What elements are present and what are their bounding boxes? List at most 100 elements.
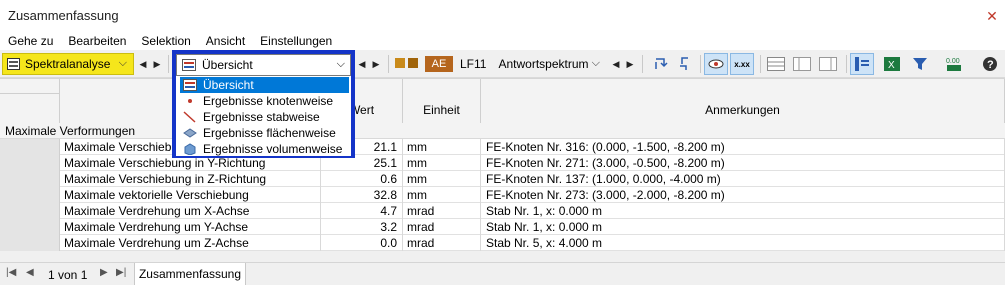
surface-icon — [183, 127, 197, 140]
header-notes[interactable]: Anmerkungen — [481, 79, 1005, 124]
prev-view-button[interactable]: ◀ — [355, 53, 369, 75]
dropdown-item-surfaces[interactable]: Ergebnisse flächenweise — [180, 125, 349, 141]
row-value: 3.2 — [321, 219, 403, 235]
eye-results-icon[interactable] — [704, 53, 728, 75]
row-description: Maximale Verdrehung um X-Achse — [60, 203, 321, 219]
toolbar-divider — [168, 55, 169, 73]
table-rows-icon[interactable] — [764, 53, 788, 75]
dropdown-item-solids[interactable]: Ergebnisse volumenweise — [180, 141, 349, 157]
table-export-icon[interactable] — [790, 53, 814, 75]
toolbar-divider — [760, 55, 761, 73]
column-filter-icon[interactable] — [850, 53, 874, 75]
funnel-icon[interactable] — [908, 53, 932, 75]
menu-settings[interactable]: Einstellungen — [252, 32, 339, 50]
row-note: Stab Nr. 5, x: 4.000 m — [481, 235, 1005, 251]
next-view-button[interactable]: ▶ — [369, 53, 383, 75]
first-page-icon[interactable]: |◀ — [6, 267, 16, 278]
excel-icon[interactable]: X — [880, 53, 904, 75]
spectral-icon — [7, 58, 20, 70]
overview-icon — [183, 79, 197, 92]
loadcase-id: LF11 — [460, 57, 487, 71]
row-unit: mrad — [403, 235, 481, 251]
dropdown-item-label: Ergebnisse flächenweise — [203, 126, 336, 140]
view-dropdown: Übersicht ⌵ Übersicht Ergebnisse knotenw… — [176, 54, 351, 156]
row-unit: mm — [403, 155, 481, 171]
xxx-values-icon[interactable]: x.xx — [730, 53, 754, 75]
prev-loadcase-button[interactable]: ◀ — [609, 53, 623, 75]
menu-selection[interactable]: Selektion — [133, 32, 197, 50]
row-note: FE-Knoten Nr. 271: (3.000, -0.500, -8.20… — [481, 155, 1005, 171]
svg-text:?: ? — [987, 59, 994, 71]
row-unit: mm — [403, 187, 481, 203]
color-swatch — [408, 58, 418, 68]
prev-page-icon[interactable]: ◀ — [26, 267, 34, 278]
dropdown-item-label: Ergebnisse knotenweise — [203, 94, 334, 108]
close-icon[interactable]: ✕ — [985, 9, 999, 23]
node-icon — [183, 95, 197, 108]
header-corner — [0, 79, 60, 94]
row-note: Stab Nr. 1, x: 0.000 m — [481, 203, 1005, 219]
summary-table: Wert Einheit Anmerkungen Maximale Verfor… — [0, 78, 1005, 251]
menu-view[interactable]: Ansicht — [198, 32, 252, 50]
toolbar-divider — [642, 55, 643, 73]
row-value: 32.8 — [321, 187, 403, 203]
menu-edit[interactable]: Bearbeiten — [60, 32, 133, 50]
menu-bar: Gehe zu Bearbeiten Selektion Ansicht Ein… — [0, 32, 1005, 50]
toolbar-divider — [388, 55, 389, 73]
next-page-icon[interactable]: ▶ — [100, 267, 108, 278]
row-note: FE-Knoten Nr. 316: (0.000, -1.500, -8.20… — [481, 139, 1005, 155]
row-description: Maximale vektorielle Verschiebung — [60, 187, 321, 203]
help-icon[interactable]: ? — [978, 53, 1002, 75]
view-select[interactable]: Übersicht ⌵ — [176, 54, 351, 76]
menu-goto[interactable]: Gehe zu — [0, 32, 60, 50]
table-row[interactable]: Maximale Verschiebung in Z-Richtung 0.6 mm… — [60, 171, 1005, 187]
row-note: FE-Knoten Nr. 273: (3.000, -2.000, -8.20… — [481, 187, 1005, 203]
solid-icon — [183, 143, 197, 156]
chevron-down-icon: ⌵ — [591, 57, 600, 69]
view-select-label: Übersicht — [202, 58, 253, 72]
analysis-type-select[interactable]: Spektralanalyse ⌵ — [2, 53, 134, 75]
page-info: 1 von 1 — [48, 268, 88, 282]
dropdown-item-label: Ergebnisse stabweise — [203, 110, 320, 124]
group-row[interactable]: Maximale Verformungen — [0, 123, 1005, 139]
loadcase-select[interactable]: LF11 Antwortspektrum ⌵ — [455, 53, 607, 75]
dropdown-item-label: Ergebnisse volumenweise — [203, 142, 343, 156]
next-loadcase-button[interactable]: ▶ — [623, 53, 637, 75]
loadcase-type-badge: AE — [425, 56, 453, 72]
toolbar-divider — [846, 55, 847, 73]
sheet-tab-summary[interactable]: Zusammenfassung — [134, 263, 246, 285]
dropdown-item-members[interactable]: Ergebnisse stabweise — [180, 109, 349, 125]
row-unit: mrad — [403, 203, 481, 219]
view-dropdown-highlight: Übersicht ⌵ Übersicht Ergebnisse knotenw… — [172, 50, 355, 158]
dropdown-item-nodes[interactable]: Ergebnisse knotenweise — [180, 93, 349, 109]
row-unit: mm — [403, 139, 481, 155]
last-page-icon[interactable]: ▶| — [116, 267, 126, 278]
chevron-down-icon: ⌵ — [336, 58, 345, 70]
row-description: Maximale Verdrehung um Z-Achse — [60, 235, 321, 251]
color-swatch — [395, 58, 405, 68]
table-row[interactable]: Maximale vektorielle Verschiebung 32.8 mm F… — [60, 187, 1005, 203]
row-unit: mm — [403, 171, 481, 187]
overview-icon — [182, 59, 196, 71]
numbers-icon[interactable]: 0.00 — [942, 53, 966, 75]
prev-analysis-button[interactable]: ◀ — [136, 53, 150, 75]
title-bar: Zusammenfassung ✕ — [0, 0, 1005, 32]
row-note: Stab Nr. 1, x: 0.000 m — [481, 219, 1005, 235]
arrows-cycle-icon[interactable] — [648, 53, 672, 75]
loadcase-name: Antwortspektrum — [498, 57, 589, 71]
row-description: Maximale Verschiebung in Z-Richtung — [60, 171, 321, 187]
table-import-icon[interactable] — [816, 53, 840, 75]
arrows-swap-icon[interactable] — [672, 53, 696, 75]
header-rownum — [0, 94, 60, 124]
table-row[interactable]: Maximale Verdrehung um Y-Achse 3.2 mrad Sta… — [60, 219, 1005, 235]
toolbar-divider — [700, 55, 701, 73]
row-description: Maximale Verdrehung um Y-Achse — [60, 219, 321, 235]
dropdown-item-label: Übersicht — [203, 78, 254, 92]
header-unit[interactable]: Einheit — [403, 79, 481, 124]
table-row[interactable]: Maximale Verdrehung um X-Achse 4.7 mrad Sta… — [60, 203, 1005, 219]
dropdown-item-overview[interactable]: Übersicht — [180, 77, 349, 93]
next-analysis-button[interactable]: ▶ — [150, 53, 164, 75]
chevron-down-icon: ⌵ — [118, 57, 127, 69]
table-row[interactable]: Maximale Verdrehung um Z-Achse 0.0 mrad Sta… — [60, 235, 1005, 251]
sheet-nav-bar: |◀ ◀ 1 von 1 ▶ ▶| Zusammenfassung — [0, 262, 1005, 285]
